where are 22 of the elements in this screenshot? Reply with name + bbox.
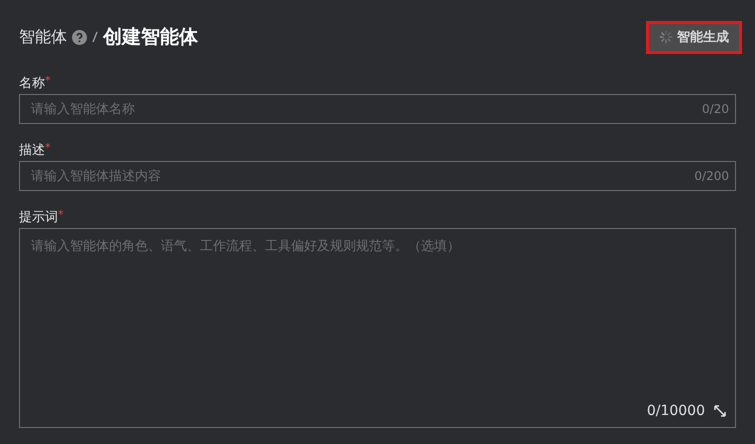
required-mark: * — [45, 141, 50, 154]
field-label: 名称 — [19, 75, 45, 92]
field-label: 提示词 — [19, 209, 58, 226]
generate-button[interactable]: 智能生成 — [649, 24, 739, 50]
page-title: 创建智能体 — [103, 25, 198, 50]
required-mark: * — [45, 74, 50, 87]
input-field[interactable]: 请输入智能体描述内容 0/200 — [19, 161, 736, 191]
breadcrumb-link[interactable]: 智能体 — [19, 26, 67, 48]
required-mark: * — [58, 208, 64, 221]
character-counter: 0/10000 — [646, 403, 705, 419]
input-field[interactable]: 请输入智能体名称 — [31, 102, 702, 116]
spinner-icon — [659, 30, 673, 44]
expand-icon[interactable] — [713, 404, 727, 418]
prompt-textarea[interactable]: 请输入智能体的角色、语气、工作流程、工具偏好及规则规范等。（选填） — [31, 237, 727, 403]
breadcrumb-separator-icon — [92, 31, 98, 43]
character-counter: 0/20 — [702, 102, 729, 116]
character-counter: 0/200 — [694, 169, 729, 183]
prompt-textarea[interactable]: 请输入智能体的角色、语气、工作流程、工具偏好及规则规范等。（选填） 0/10000 — [19, 228, 736, 428]
input-field[interactable]: 请输入智能体描述内容 — [31, 168, 694, 184]
help-icon[interactable] — [72, 30, 87, 44]
input-field[interactable]: 请输入智能体名称 0/20 — [19, 94, 736, 124]
field-label: 描述 — [19, 142, 45, 159]
